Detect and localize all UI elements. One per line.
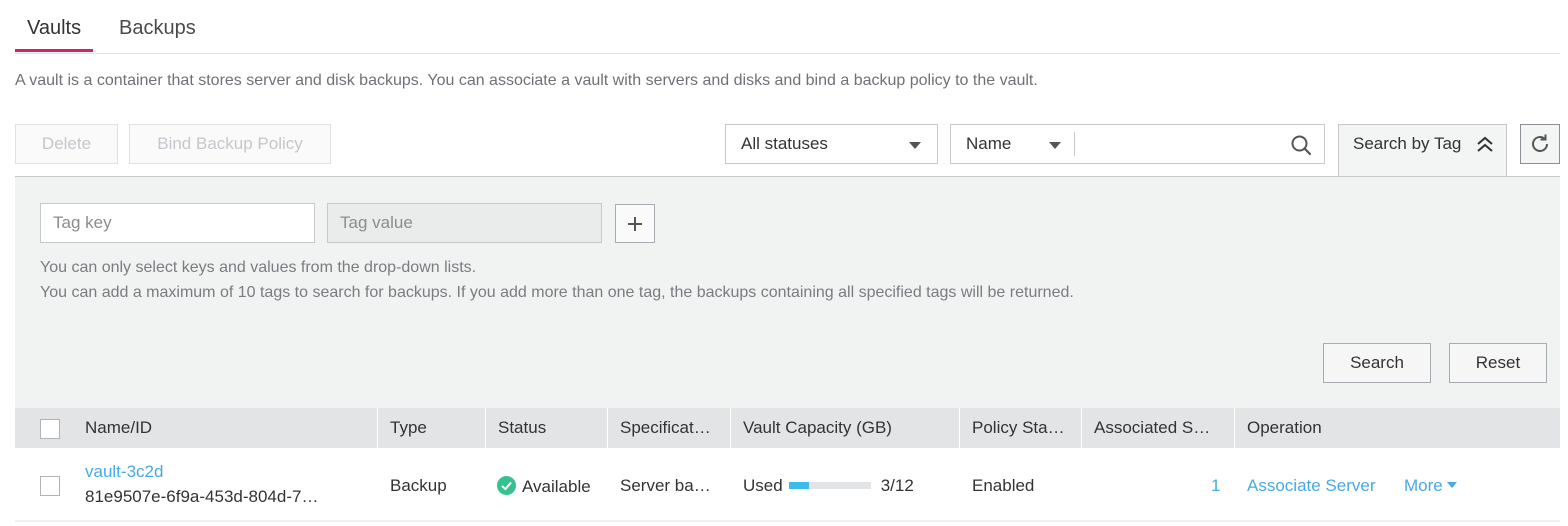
table-row: vault-3c2d 81e9507e-6f9a-453d-804d-7… Ba… [15,448,1560,522]
column-header-vault-capacity[interactable]: Vault Capacity (GB) [730,408,959,448]
column-header-policy-status[interactable]: Policy Sta… [959,408,1081,448]
chevron-down-icon[interactable] [1049,142,1061,149]
add-tag-button[interactable] [615,204,655,243]
column-header-name[interactable]: Name/ID [73,408,377,448]
tab-backups[interactable]: Backups [119,17,196,40]
tab-vaults[interactable]: Vaults [27,17,81,40]
refresh-icon [1532,134,1548,152]
search-input[interactable] [1081,129,1281,159]
vault-type: Backup [390,476,447,495]
tag-value-input[interactable] [327,203,602,243]
more-menu[interactable]: More [1404,476,1457,496]
search-divider [1074,132,1075,156]
page-description: A vault is a container that stores serve… [15,72,1038,89]
policy-status: Enabled [972,476,1035,495]
capacity-used-label: Used [743,476,783,495]
chevron-double-up-icon [1477,136,1493,152]
vault-status-text: Available [522,477,591,496]
vault-name-link[interactable]: vault-3c2d [85,462,163,482]
column-header-status[interactable]: Status [485,408,607,448]
search-icon[interactable] [1290,134,1312,156]
chevron-down-icon [909,142,921,149]
delete-button[interactable]: Delete [15,124,118,164]
search-by-tag-toggle[interactable]: Search by Tag [1338,124,1507,177]
capacity-value: 3/12 [880,476,914,495]
column-header-operation: Operation [1234,408,1560,448]
column-header-associated-servers[interactable]: Associated S… [1081,408,1234,448]
search-field-select[interactable]: Name [966,134,1011,154]
tab-bar: Vaults Backups [15,0,1560,54]
more-label: More [1404,476,1443,495]
capacity-progress-fill [788,482,810,489]
associated-servers-count[interactable]: 1 [1211,476,1220,496]
active-tab-indicator [15,49,93,52]
tag-key-input[interactable] [40,203,315,243]
row-checkbox[interactable] [40,476,60,496]
status-filter-value: All statuses [741,134,828,153]
column-header-type[interactable]: Type [377,408,485,448]
vault-id: 81e9507e-6f9a-453d-804d-7… [85,487,319,506]
associate-server-link[interactable]: Associate Server [1247,476,1376,496]
vault-status: Available [497,476,591,497]
select-all-checkbox[interactable] [40,419,60,439]
bind-backup-policy-button[interactable]: Bind Backup Policy [129,124,331,164]
status-filter-select[interactable]: All statuses [725,124,938,164]
tag-hint-text: You can only select keys and values from… [40,259,477,276]
capacity-progress-bar [788,482,871,489]
vault-capacity: Used 3/12 [743,476,914,496]
table-header: Name/ID Type Status Specificat… Vault Ca… [15,408,1560,448]
vault-specification: Server ba… [620,476,711,495]
search-by-tag-label: Search by Tag [1353,134,1462,153]
plus-icon [628,216,642,231]
reset-button[interactable]: Reset [1449,343,1547,383]
tag-search-panel: You can only select keys and values from… [15,176,1560,408]
refresh-button[interactable] [1520,124,1560,164]
column-header-specification[interactable]: Specificat… [607,408,730,448]
tag-hint-text: You can add a maximum of 10 tags to sear… [40,284,1074,301]
search-button[interactable]: Search [1323,343,1431,383]
search-box: Name [950,124,1325,164]
check-circle-icon [497,476,516,495]
chevron-down-icon [1446,482,1457,488]
